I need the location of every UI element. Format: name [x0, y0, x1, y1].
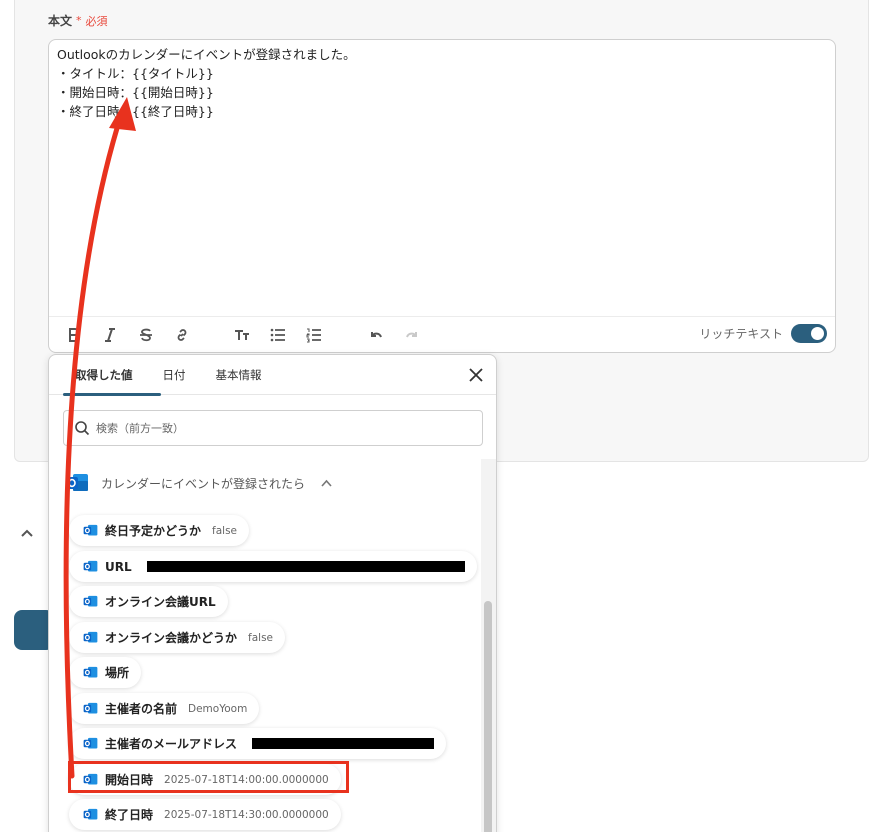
item-value: false: [248, 631, 273, 644]
body-editor[interactable]: Outlookのカレンダーにイベントが登録されました。 ・タイトル：{{タイトル…: [48, 39, 836, 353]
tab-basic-info[interactable]: 基本情報: [216, 355, 262, 395]
list-item[interactable]: 主催者のメールアドレス: [69, 728, 447, 759]
item-label: オンライン会議URL: [105, 595, 216, 609]
rich-text-switch[interactable]: リッチテキスト: [699, 324, 827, 343]
redacted-value: [146, 561, 465, 572]
list-item[interactable]: 場所: [69, 657, 142, 688]
close-icon: [469, 368, 483, 382]
outlook-icon: [83, 595, 98, 607]
link-button[interactable]: [171, 324, 193, 346]
required-mark: *: [76, 14, 82, 27]
list-item[interactable]: 終日予定かどうか false: [69, 515, 249, 546]
outlook-icon: [83, 808, 98, 820]
numbered-list-button[interactable]: [303, 324, 325, 346]
item-label: URL: [105, 559, 132, 574]
item-label: 主催者の名前: [105, 702, 178, 716]
italic-icon: [105, 327, 115, 342]
strikethrough-button[interactable]: [135, 324, 157, 346]
highlight-box: [68, 761, 349, 793]
tab-date[interactable]: 日付: [163, 355, 186, 395]
body-field-label: 本文 * 必須: [48, 12, 108, 29]
item-value: DemoYoom: [188, 702, 248, 715]
redo-icon: [406, 331, 417, 337]
outlook-icon: [83, 524, 98, 536]
redacted-value: [252, 738, 435, 749]
numbered-list-icon: [306, 328, 321, 342]
item-label: 終了日時: [105, 808, 154, 822]
chevron-up-icon: [321, 479, 332, 487]
bold-button[interactable]: [63, 324, 85, 346]
required-text: 必須: [85, 14, 108, 28]
item-label: 主催者のメールアドレス: [105, 737, 238, 751]
strikethrough-icon: [140, 328, 152, 341]
list-item[interactable]: 主催者の名前 DemoYoom: [69, 693, 260, 724]
italic-button[interactable]: [99, 324, 121, 346]
search-input[interactable]: [96, 421, 466, 435]
outlook-icon: [83, 666, 98, 678]
item-value: 2025-07-18T14:30:00.0000000: [164, 808, 329, 821]
item-label: 終日予定かどうか: [105, 524, 202, 538]
outlook-icon: [66, 474, 88, 491]
editor-content[interactable]: Outlookのカレンダーにイベントが登録されました。 ・タイトル：{{タイトル…: [49, 40, 835, 126]
text-size-icon: [235, 329, 249, 340]
list-item[interactable]: オンライン会議URL: [69, 586, 228, 617]
group-title: カレンダーにイベントが登録されたら: [101, 476, 306, 491]
list-item[interactable]: URL: [69, 551, 477, 582]
undo-icon: [371, 331, 382, 337]
undo-button[interactable]: [365, 324, 387, 346]
collapse-chevron-icon[interactable]: [20, 527, 34, 542]
link-icon: [177, 328, 187, 341]
outlook-icon: [83, 737, 98, 749]
item-value: false: [212, 524, 237, 537]
bullet-list-button[interactable]: [267, 324, 289, 346]
item-label: 場所: [105, 666, 130, 680]
toggle-knob: [811, 327, 824, 340]
picker-tabs: 取得した値 日付 基本情報: [49, 355, 496, 396]
bullet-list-icon: [270, 328, 285, 341]
close-button[interactable]: [466, 365, 486, 385]
rich-text-label: リッチテキスト: [699, 327, 783, 341]
list-item[interactable]: 終了日時 2025-07-18T14:30:00.0000000: [69, 799, 341, 830]
list-item[interactable]: オンライン会議かどうか false: [69, 622, 285, 653]
editor-toolbar: リッチテキスト: [49, 316, 835, 352]
group-header[interactable]: カレンダーにイベントが登録されたら: [65, 471, 332, 495]
outlook-icon: [83, 631, 98, 643]
screen: 本文 * 必須 Outlookのカレンダーにイベントが登録されました。 ・タイト…: [0, 0, 887, 832]
search-icon: [75, 421, 90, 436]
field-label-text: 本文: [48, 14, 73, 28]
outlook-icon: [83, 702, 98, 714]
tab-acquired-values[interactable]: 取得した値: [63, 355, 160, 396]
font-size-button[interactable]: [231, 324, 253, 346]
outlook-icon: [83, 560, 98, 572]
search-field[interactable]: [63, 410, 483, 446]
bold-icon: [69, 327, 80, 342]
item-label: オンライン会議かどうか: [105, 631, 238, 645]
rich-text-toggle[interactable]: [791, 324, 827, 343]
redo-button[interactable]: [401, 324, 423, 346]
scrollbar-thumb[interactable]: [484, 601, 492, 832]
